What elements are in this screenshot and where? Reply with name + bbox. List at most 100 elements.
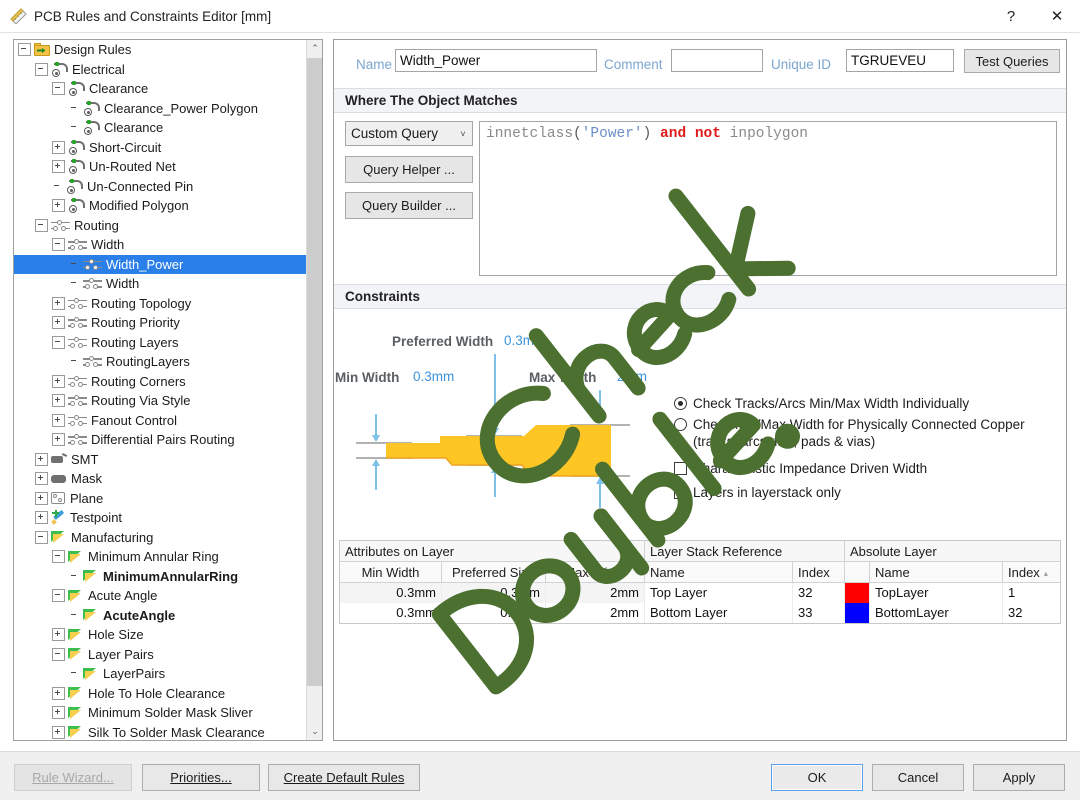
tree-item[interactable]: Plane xyxy=(14,489,307,509)
tree-item[interactable]: Width xyxy=(14,235,307,255)
tree-item[interactable]: Design Rules xyxy=(14,40,307,60)
tree-item[interactable]: Acute Angle xyxy=(14,586,307,606)
tree-expand-icon[interactable] xyxy=(52,726,65,739)
radio-option[interactable]: Check Tracks/Arcs Min/Max Width Individu… xyxy=(674,395,1064,412)
tree-item[interactable]: Electrical xyxy=(14,60,307,80)
tree-collapse-icon[interactable] xyxy=(52,589,65,602)
table-row[interactable]: 0.3mm0.3mm2mmBottom Layer33BottomLayer32 xyxy=(340,603,1060,623)
query-builder-button[interactable]: Query Builder ... xyxy=(345,192,473,219)
tree-item[interactable]: Layer Pairs xyxy=(14,645,307,665)
scroll-up-arrow[interactable]: ⌃ xyxy=(307,40,323,57)
tree-expand-icon[interactable] xyxy=(52,628,65,641)
column-header-color-swatch[interactable] xyxy=(845,562,870,583)
tree-expand-icon[interactable] xyxy=(35,511,48,524)
tree-expand-icon[interactable] xyxy=(35,453,48,466)
tree-item[interactable]: Width_Power xyxy=(14,255,307,275)
tree-item[interactable]: Minimum Solder Mask Sliver xyxy=(14,703,307,723)
tree-expand-icon[interactable] xyxy=(52,316,65,329)
tree-item[interactable]: Routing Layers xyxy=(14,333,307,353)
tree-expand-icon[interactable] xyxy=(52,199,65,212)
priorities-button[interactable]: Priorities... xyxy=(142,764,260,791)
tree-item[interactable]: Testpoint xyxy=(14,508,307,528)
unique-id-input[interactable] xyxy=(846,49,954,72)
radio-option[interactable]: Check Min/Max Width for Physically Conne… xyxy=(674,416,1064,450)
tree-item[interactable]: SMT xyxy=(14,450,307,470)
tree-item[interactable]: Un-Connected Pin xyxy=(14,177,307,197)
tree-collapse-icon[interactable] xyxy=(52,82,65,95)
tree-item[interactable]: Routing Topology xyxy=(14,294,307,314)
tree-item[interactable]: Fanout Control xyxy=(14,411,307,431)
column-header-preferred-size[interactable]: Preferred Size xyxy=(442,562,546,583)
column-header-abs-name[interactable]: Name xyxy=(870,562,1003,583)
tree-expand-icon[interactable] xyxy=(52,141,65,154)
layer-attributes-table[interactable]: Attributes on Layer Layer Stack Referenc… xyxy=(339,540,1061,624)
radio-button[interactable] xyxy=(674,397,687,410)
tree-item[interactable]: AcuteAngle xyxy=(14,606,307,626)
tree-collapse-icon[interactable] xyxy=(18,43,31,56)
checkbox-option[interactable]: Layers in layerstack only xyxy=(674,484,1064,501)
tree-item[interactable]: MinimumAnnularRing xyxy=(14,567,307,587)
tree-expand-icon[interactable] xyxy=(52,375,65,388)
tree-item[interactable]: Hole To Hole Clearance xyxy=(14,684,307,704)
column-header-min-width[interactable]: Min Width xyxy=(340,562,442,583)
tree-item[interactable]: Clearance xyxy=(14,118,307,138)
tree-collapse-icon[interactable] xyxy=(52,550,65,563)
cancel-button[interactable]: Cancel xyxy=(872,764,964,791)
tree-collapse-icon[interactable] xyxy=(52,648,65,661)
tree-collapse-icon[interactable] xyxy=(35,63,48,76)
tree-expand-icon[interactable] xyxy=(52,414,65,427)
close-button[interactable]: ✕ xyxy=(1034,0,1080,32)
tree-item[interactable]: Routing Priority xyxy=(14,313,307,333)
radio-button[interactable] xyxy=(674,418,687,431)
tree-collapse-icon[interactable] xyxy=(35,219,48,232)
tree-item[interactable]: Short-Circuit xyxy=(14,138,307,158)
column-header-stack-name[interactable]: Name xyxy=(645,562,793,583)
scrollbar-thumb[interactable] xyxy=(307,58,323,686)
tree-item[interactable]: Routing Corners xyxy=(14,372,307,392)
checkbox[interactable] xyxy=(674,486,687,499)
query-editor[interactable]: innetclass('Power') and not inpolygon xyxy=(479,121,1057,276)
tree-expand-icon[interactable] xyxy=(52,160,65,173)
tree-scrollbar[interactable]: ⌃ ⌄ xyxy=(306,40,322,740)
tree-collapse-icon[interactable] xyxy=(52,336,65,349)
checkbox[interactable] xyxy=(674,462,687,475)
column-header-max-width[interactable]: Max Width xyxy=(546,562,645,583)
tree-expand-icon[interactable] xyxy=(52,297,65,310)
help-button[interactable]: ? xyxy=(988,0,1034,32)
tree-collapse-icon[interactable] xyxy=(52,238,65,251)
tree-item[interactable]: Manufacturing xyxy=(14,528,307,548)
tree-item[interactable]: LayerPairs xyxy=(14,664,307,684)
rule-wizard-button[interactable]: Rule Wizard... xyxy=(14,764,132,791)
column-header-abs-index[interactable]: Index▴ xyxy=(1003,562,1060,583)
tree-item[interactable]: Differential Pairs Routing xyxy=(14,430,307,450)
tree-item[interactable]: Clearance xyxy=(14,79,307,99)
tree-expand-icon[interactable] xyxy=(35,472,48,485)
table-row[interactable]: 0.3mm0.3mm2mmTop Layer32TopLayer1 xyxy=(340,583,1060,603)
tree-item[interactable]: Silk To Solder Mask Clearance xyxy=(14,723,307,741)
test-queries-button[interactable]: Test Queries xyxy=(964,49,1060,73)
ok-button[interactable]: OK xyxy=(771,764,863,791)
tree-expand-icon[interactable] xyxy=(52,394,65,407)
tree-item[interactable]: Minimum Annular Ring xyxy=(14,547,307,567)
apply-button[interactable]: Apply xyxy=(973,764,1065,791)
column-header-stack-index[interactable]: Index xyxy=(793,562,845,583)
tree-collapse-icon[interactable] xyxy=(35,531,48,544)
tree-item[interactable]: Clearance_Power Polygon xyxy=(14,99,307,119)
rule-name-input[interactable] xyxy=(395,49,597,72)
tree-expand-icon[interactable] xyxy=(35,492,48,505)
tree-item[interactable]: Routing xyxy=(14,216,307,236)
tree-item[interactable]: Mask xyxy=(14,469,307,489)
tree-item[interactable]: Modified Polygon xyxy=(14,196,307,216)
query-helper-button[interactable]: Query Helper ... xyxy=(345,156,473,183)
tree-item[interactable]: RoutingLayers xyxy=(14,352,307,372)
create-default-rules-button[interactable]: Create Default Rules xyxy=(268,764,420,791)
comment-input[interactable] xyxy=(671,49,763,72)
query-scope-dropdown[interactable]: Custom Query ˅ xyxy=(345,121,473,146)
checkbox-option[interactable]: Characteristic Impedance Driven Width xyxy=(674,460,1064,477)
scroll-down-arrow[interactable]: ⌄ xyxy=(307,723,323,740)
tree-expand-icon[interactable] xyxy=(52,433,65,446)
design-rules-tree[interactable]: Design RulesElectricalClearanceClearance… xyxy=(14,40,307,740)
tree-item[interactable]: Hole Size xyxy=(14,625,307,645)
tree-expand-icon[interactable] xyxy=(52,687,65,700)
tree-item[interactable]: Routing Via Style xyxy=(14,391,307,411)
